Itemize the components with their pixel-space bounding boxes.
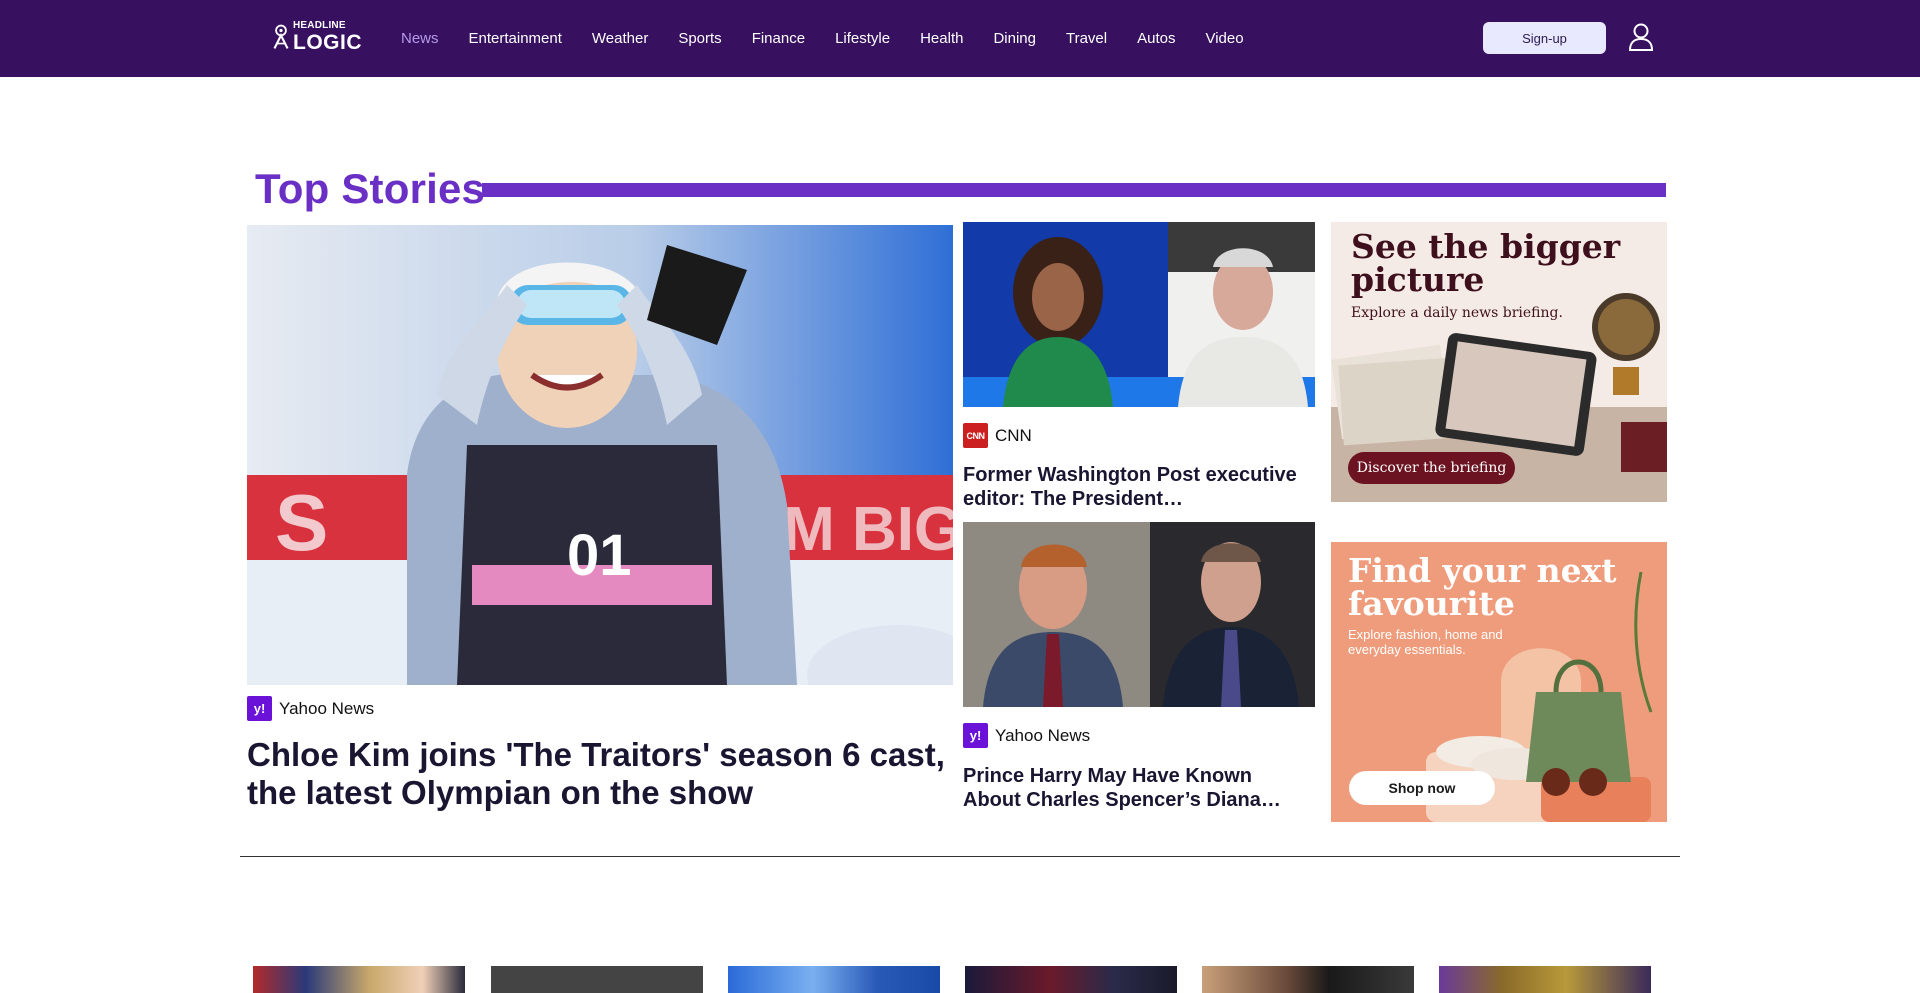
nav-dining[interactable]: Dining <box>993 30 1036 47</box>
thumbnail-1[interactable] <box>253 966 465 993</box>
story-2-source[interactable]: y! Yahoo News <box>963 723 1090 748</box>
section-title-bar <box>482 183 1666 197</box>
thumbnail-2[interactable] <box>491 966 703 993</box>
nav-news[interactable]: News <box>401 30 439 47</box>
thumbnail-3[interactable] <box>728 966 940 993</box>
yahoo-logo-icon: y! <box>963 723 988 748</box>
section-title: Top Stories <box>255 165 486 212</box>
logo-figure-icon <box>273 24 289 49</box>
nav-sports[interactable]: Sports <box>678 30 721 47</box>
story-1-source[interactable]: CNN CNN <box>963 423 1032 448</box>
ad-shopping-button[interactable]: Shop now <box>1349 771 1495 805</box>
bib-number-text: 01 <box>567 523 632 588</box>
nav-lifestyle[interactable]: Lifestyle <box>835 30 890 47</box>
nav-video[interactable]: Video <box>1205 30 1243 47</box>
top-navigation-bar: HEADLINE LOGIC News Entertainment Weathe… <box>0 0 1920 77</box>
lead-story-headline[interactable]: Chloe Kim joins 'The Traitors' season 6 … <box>247 736 947 812</box>
nav-entertainment[interactable]: Entertainment <box>469 30 562 47</box>
logo-wordmark: HEADLINE LOGIC <box>293 20 362 54</box>
story-1-photo <box>963 222 1315 407</box>
lead-story-image[interactable]: S EAM BIG. DO 01 <box>247 225 953 685</box>
lead-story-photo: S EAM BIG. DO 01 <box>247 225 953 685</box>
story-2-headline[interactable]: Prince Harry May Have Known About Charle… <box>963 764 1303 812</box>
thumbnail-5[interactable] <box>1202 966 1414 993</box>
main-nav: News Entertainment Weather Sports Financ… <box>401 0 1274 77</box>
ad-briefing-button[interactable]: Discover the briefing <box>1348 452 1515 484</box>
nav-health[interactable]: Health <box>920 30 963 47</box>
ad-shopping-title: Find your next favourite <box>1348 551 1617 623</box>
nav-finance[interactable]: Finance <box>752 30 805 47</box>
story-2-photo <box>963 522 1315 707</box>
cnn-logo-icon: CNN <box>963 423 988 448</box>
story-1-source-name: CNN <box>995 425 1032 445</box>
ad-briefing-title: See the bigger picture <box>1351 227 1621 299</box>
story-1-image[interactable] <box>963 222 1315 407</box>
story-2-image[interactable] <box>963 522 1315 707</box>
ad-briefing[interactable]: See the bigger picture Explore a daily n… <box>1331 222 1667 502</box>
site-logo[interactable]: HEADLINE LOGIC <box>272 21 362 53</box>
banner-left-text: S <box>275 478 328 567</box>
ad-shopping[interactable]: Find your next favourite Explore fashion… <box>1331 542 1667 822</box>
ad-briefing-subtitle: Explore a daily news briefing. <box>1351 305 1563 321</box>
story-1-headline[interactable]: Former Washington Post executive editor:… <box>963 463 1303 511</box>
lead-story-source-name: Yahoo News <box>279 698 375 718</box>
ad-shopping-subtitle: Explore fashion, home and everyday essen… <box>1348 627 1503 657</box>
lead-story-source[interactable]: y! Yahoo News <box>247 696 374 721</box>
nav-autos[interactable]: Autos <box>1137 30 1175 47</box>
story-2-source-name: Yahoo News <box>995 725 1091 745</box>
logo-bottom-text: LOGIC <box>293 31 362 54</box>
thumbnail-4[interactable] <box>965 966 1177 993</box>
nav-travel[interactable]: Travel <box>1066 30 1107 47</box>
logo-top-text: HEADLINE <box>293 20 346 31</box>
section-divider <box>240 856 1680 857</box>
thumbnail-6[interactable] <box>1439 966 1651 993</box>
yahoo-logo-icon: y! <box>247 696 272 721</box>
user-account-icon[interactable] <box>1628 23 1654 51</box>
signup-button[interactable]: Sign-up <box>1483 22 1606 54</box>
nav-weather[interactable]: Weather <box>592 30 648 47</box>
